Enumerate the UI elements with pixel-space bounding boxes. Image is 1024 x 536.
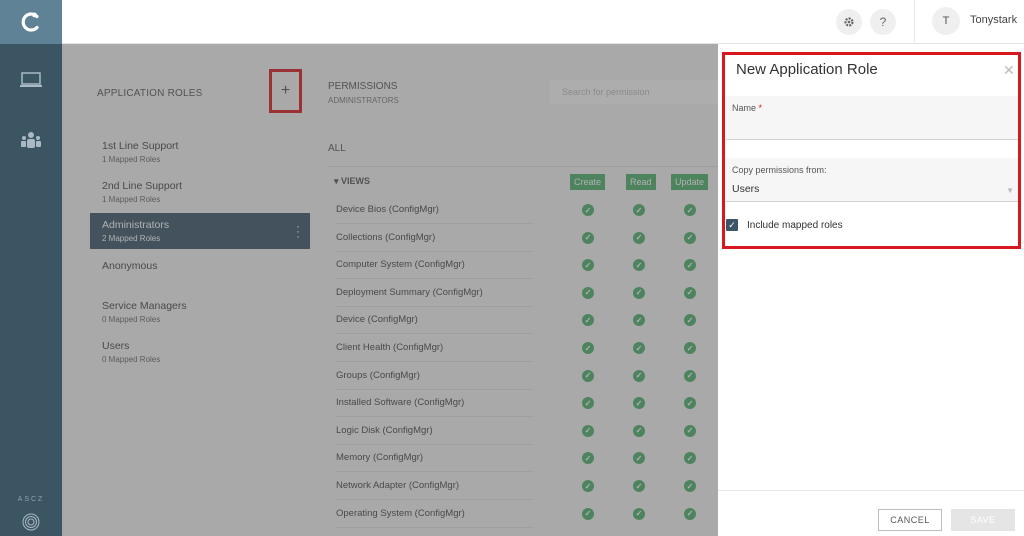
logo-c-icon <box>21 12 39 32</box>
topbar-divider <box>914 0 915 44</box>
settings-button[interactable] <box>836 9 862 35</box>
copy-permissions-label: Copy permissions from: <box>732 165 827 175</box>
top-bar: ? T Tonystark <box>62 0 1024 44</box>
copy-permissions-select[interactable]: Copy permissions from: Users ▼ <box>726 158 1018 202</box>
copy-permissions-value: Users <box>732 183 760 195</box>
left-nav-rail: ASCZ <box>0 0 62 536</box>
name-field[interactable]: Name * <box>726 96 1018 140</box>
include-mapped-roles-row[interactable]: ✓ Include mapped roles <box>726 216 843 234</box>
include-mapped-roles-label: Include mapped roles <box>747 219 843 231</box>
panel-title: New Application Role <box>736 61 878 78</box>
close-icon[interactable]: ✕ <box>1003 62 1015 79</box>
laptop-icon <box>20 72 42 87</box>
fingerprint-button[interactable] <box>0 508 62 536</box>
save-button[interactable]: SAVE <box>951 509 1015 531</box>
include-mapped-roles-checkbox[interactable]: ✓ <box>726 219 738 231</box>
avatar[interactable]: T <box>932 7 960 35</box>
version-label: ASCZ <box>17 496 45 503</box>
fingerprint-icon <box>22 513 40 531</box>
nav-users[interactable] <box>0 120 62 160</box>
footer-divider <box>718 490 1024 491</box>
cancel-button[interactable]: CANCEL <box>878 509 942 531</box>
users-icon <box>21 132 41 148</box>
nav-devices[interactable] <box>0 60 62 100</box>
required-mark: * <box>758 103 763 113</box>
new-role-panel: New Application Role ✕ Name * Copy permi… <box>718 44 1024 536</box>
chevron-down-icon: ▼ <box>1006 186 1014 195</box>
name-label-text: Name <box>732 103 757 113</box>
name-label: Name * <box>732 103 762 113</box>
modal-backdrop[interactable] <box>62 44 718 536</box>
username[interactable]: Tonystark <box>970 14 1017 26</box>
gear-icon <box>844 17 854 27</box>
app-logo[interactable] <box>0 0 62 44</box>
help-button[interactable]: ? <box>870 9 896 35</box>
